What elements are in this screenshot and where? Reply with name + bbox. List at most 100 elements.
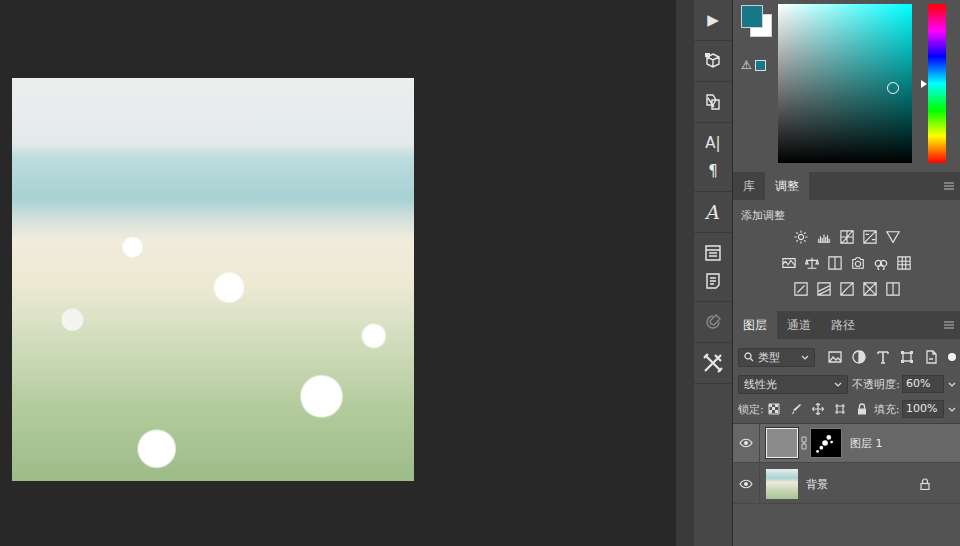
layer-row[interactable]: 图层 1 (733, 424, 960, 463)
adjustment-icon[interactable] (874, 256, 888, 270)
filter-icons (828, 350, 956, 364)
toolbar-glyph: A| (705, 136, 720, 151)
opacity-label: 不透明度: (852, 377, 900, 392)
foreground-color-swatch[interactable] (741, 5, 763, 28)
layer-thumbnail[interactable] (766, 428, 798, 458)
toolbar-button[interactable]: ▶ (694, 6, 732, 34)
opacity-field[interactable]: 60% (902, 375, 944, 393)
adjustment-icon[interactable] (840, 230, 854, 244)
toolbar-button[interactable] (694, 349, 732, 377)
toolbar-group (694, 233, 732, 302)
panel-divider[interactable] (676, 0, 694, 546)
toolbar-button[interactable] (694, 88, 732, 116)
layer-name[interactable]: 图层 1 (850, 436, 883, 451)
fill-field[interactable]: 100% (902, 400, 944, 418)
clone-source-icon (704, 93, 722, 111)
lock-label: 锁定: (738, 402, 764, 417)
layer-mask-thumbnail[interactable] (810, 428, 842, 458)
toolbar-button[interactable]: A (694, 198, 732, 226)
adjustment-icon[interactable] (828, 256, 842, 270)
adjustment-icon[interactable] (817, 230, 831, 244)
link-icon[interactable] (801, 436, 807, 450)
adjustment-row (733, 227, 960, 247)
lock-artboard-icon[interactable] (834, 403, 846, 415)
adjustment-icon[interactable] (840, 282, 854, 296)
adjustment-filter-icon[interactable] (852, 350, 866, 364)
lock-icon[interactable] (920, 478, 930, 490)
layer-list: 图层 1 背景 (733, 423, 960, 504)
image-filter-icon[interactable] (828, 350, 842, 364)
lock-position-icon[interactable] (812, 403, 824, 415)
hue-arrow[interactable] (921, 80, 927, 88)
adjustment-icon[interactable] (886, 282, 900, 296)
toolbar-button[interactable] (694, 267, 732, 295)
adjustment-icon[interactable] (782, 256, 796, 270)
visibility-toggle[interactable] (733, 424, 760, 462)
toolbar-glyph: ▶ (707, 13, 719, 28)
panel-menu-icon[interactable] (944, 321, 954, 329)
fill-dropdown-icon[interactable] (948, 407, 956, 412)
panel-menu-icon[interactable] (944, 182, 954, 190)
adjustment-icon[interactable] (863, 282, 877, 296)
toolbar-button[interactable]: ¶ (694, 157, 732, 185)
layer-name[interactable]: 背景 (806, 477, 828, 492)
layer-thumbnail[interactable] (766, 469, 798, 499)
canvas-area (0, 0, 676, 546)
blend-mode-select[interactable]: 线性光 (738, 375, 848, 394)
lock-all-icon[interactable] (856, 403, 868, 415)
hue-bar[interactable] (928, 4, 946, 163)
toolbar-group (694, 82, 732, 123)
dropdown-icon (801, 355, 809, 360)
lock-transparency-icon[interactable] (768, 403, 780, 415)
blend-mode-value: 线性光 (744, 377, 777, 392)
lock-row: 锁定: 填充: 100% (733, 397, 960, 421)
adjustment-icon[interactable] (863, 230, 877, 244)
filter-toggle[interactable] (948, 353, 956, 361)
smart-object-filter-icon[interactable] (924, 350, 938, 364)
layers-tabbar: 图层通道路径 (733, 311, 960, 339)
adjustment-row (733, 253, 960, 273)
eye-icon (739, 438, 753, 448)
dropdown-icon (834, 382, 842, 387)
toolbar-button[interactable] (694, 47, 732, 75)
panel-tab[interactable]: 图层 (733, 311, 777, 339)
adjustment-icon[interactable] (794, 230, 808, 244)
adjustment-icon[interactable] (805, 256, 819, 270)
panel-tab[interactable]: 路径 (821, 311, 865, 339)
toolbar-group: A (694, 192, 732, 233)
adjustment-icon[interactable] (897, 256, 911, 270)
filter-kind-select[interactable]: 类型 (738, 348, 815, 367)
gamut-warning[interactable]: ⚠ (741, 59, 778, 71)
opacity-dropdown-icon[interactable] (948, 382, 956, 387)
right-panels: ⚠ 库调整 添加调整 图层通道路径 类型 线性光 不透明度: 60% 锁定: 填… (733, 0, 960, 546)
visibility-toggle[interactable] (733, 465, 760, 503)
adjustment-icon[interactable] (886, 230, 900, 244)
document-photo[interactable] (12, 78, 414, 481)
eye-icon (739, 479, 753, 489)
panel-tab[interactable]: 库 (733, 172, 765, 200)
adjustments-tabbar: 库调整 (733, 172, 960, 200)
adjustment-icon[interactable] (817, 282, 831, 296)
toolbar-group: A| ¶ (694, 123, 732, 192)
lock-icons (768, 403, 868, 415)
toolbar-button[interactable] (694, 308, 732, 336)
toolbar-button[interactable] (694, 239, 732, 267)
lock-pixels-icon[interactable] (790, 403, 802, 415)
adjustment-icons (733, 226, 960, 299)
toolbar-button[interactable]: A| (694, 129, 732, 157)
layer-row[interactable]: 背景 (733, 465, 960, 504)
color-field[interactable] (778, 4, 912, 163)
hue-slider[interactable] (912, 4, 946, 163)
panel-tab[interactable]: 调整 (765, 172, 809, 200)
type-filter-icon[interactable] (876, 350, 890, 364)
shape-filter-icon[interactable] (900, 350, 914, 364)
toolbar-group (694, 302, 732, 343)
adjustment-icon[interactable] (851, 256, 865, 270)
web-safe-swatch[interactable] (755, 60, 766, 71)
notes-icon (704, 272, 722, 290)
adjustment-icon[interactable] (794, 282, 808, 296)
layer-filter-row: 类型 (733, 343, 960, 371)
brush-settings-icon (704, 313, 722, 331)
color-marker[interactable] (887, 82, 899, 94)
panel-tab[interactable]: 通道 (777, 311, 821, 339)
